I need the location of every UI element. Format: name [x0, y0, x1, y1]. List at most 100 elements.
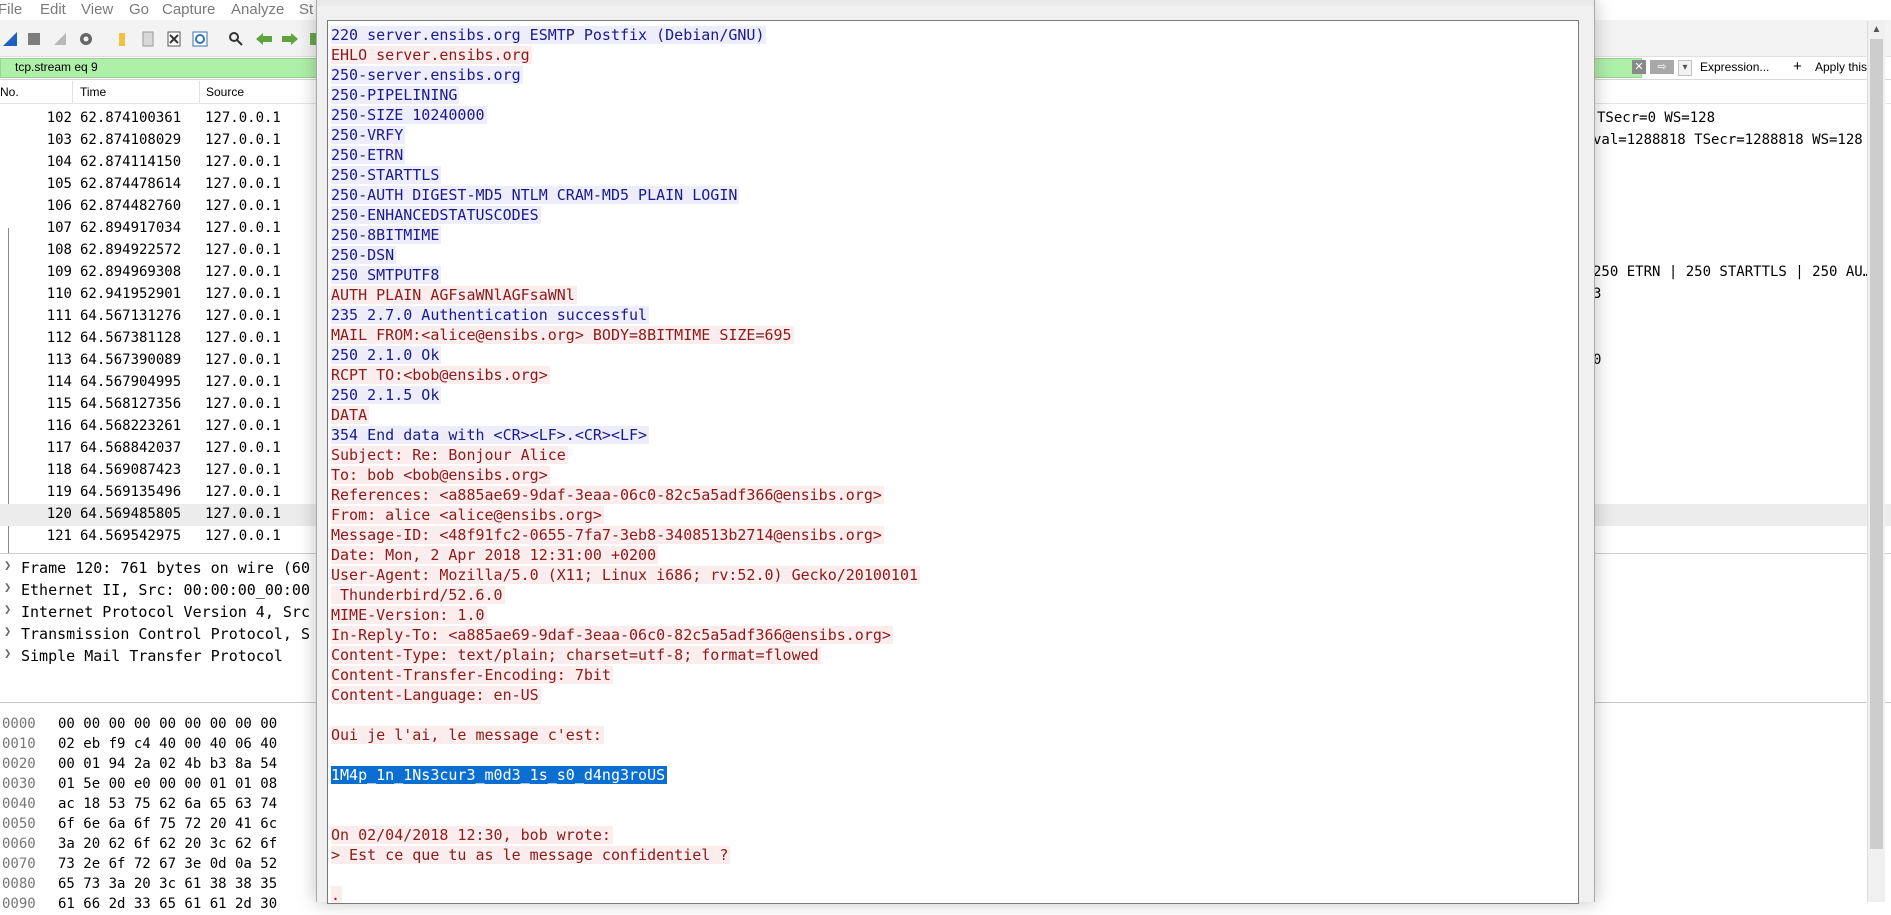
packet-source: 127.0.0.1: [205, 462, 281, 478]
packet-number: 102: [46, 110, 72, 126]
stream-text: [331, 706, 333, 724]
stream-text: 250-SIZE 10240000: [331, 106, 487, 124]
server-stream-line: 250 2.1.0 Ok: [328, 345, 1558, 365]
add-filter-button[interactable]: +: [1793, 58, 1802, 75]
menu-view[interactable]: View: [81, 1, 113, 18]
menu-statistics[interactable]: St: [299, 1, 313, 18]
gear-options-icon[interactable]: [76, 29, 95, 48]
stream-content-view[interactable]: 220 server.ensibs.org ESMTP Postfix (Deb…: [327, 20, 1579, 904]
menu-capture[interactable]: Capture: [162, 1, 215, 18]
restart-icon[interactable]: [50, 29, 69, 48]
close-file-icon[interactable]: [164, 29, 183, 48]
chevron-right-icon[interactable]: ❯: [4, 646, 11, 660]
packet-time: 62.874482760: [80, 198, 182, 214]
packet-time: 64.567390089: [80, 352, 182, 368]
packet-info-fragment: val=1288818 TSecr=1288818 WS=128: [1593, 132, 1863, 148]
server-stream-line: 250 2.1.5 Ok: [328, 385, 1558, 405]
forward-arrow-icon[interactable]: [280, 29, 299, 48]
chevron-down-icon[interactable]: ▾: [1678, 60, 1692, 76]
apply-arrow-icon[interactable]: ⇨: [1650, 60, 1674, 74]
server-stream-line: 250-VRFY: [328, 125, 1558, 145]
packet-time: 64.568223261: [80, 418, 182, 434]
follow-tcp-stream-dialog: 220 server.ensibs.org ESMTP Postfix (Deb…: [316, 0, 1885, 904]
find-icon[interactable]: [226, 29, 245, 48]
stream-text: 250 2.1.0 Ok: [331, 346, 442, 364]
file-icon[interactable]: [138, 29, 157, 48]
column-divider[interactable]: [72, 81, 73, 103]
client-stream-line: Content-Transfer-Encoding: 7bit: [328, 665, 1558, 685]
packet-number: 105: [46, 176, 72, 192]
menu-analyze[interactable]: Analyze: [231, 1, 284, 18]
client-stream-line: EHLO server.ensibs.org: [328, 45, 1558, 65]
column-source[interactable]: Source: [206, 85, 244, 99]
packet-source: 127.0.0.1: [205, 286, 281, 302]
hex-offset: 0020: [2, 756, 36, 772]
server-stream-line: 250-PIPELINING: [328, 85, 1558, 105]
shark-fin-start-icon[interactable]: [0, 29, 19, 48]
menu-go[interactable]: Go: [129, 1, 149, 18]
scroll-up-icon[interactable]: ▲: [1868, 21, 1885, 38]
packet-number: 111: [46, 308, 72, 324]
packet-source: 127.0.0.1: [205, 440, 281, 456]
client-stream-line: Message-ID: <48f91fc2-0655-7fa7-3eb8-340…: [328, 525, 1558, 545]
client-stream-line: On 02/04/2018 12:30, bob wrote:: [328, 825, 1558, 845]
stream-text: 250 2.1.5 Ok: [331, 386, 442, 404]
vertical-scrollbar[interactable]: ▲: [1867, 21, 1885, 902]
chevron-right-icon[interactable]: ❯: [4, 624, 11, 638]
column-no[interactable]: No.: [0, 85, 19, 99]
packet-time: 64.567131276: [80, 308, 182, 324]
chevron-right-icon[interactable]: ❯: [4, 558, 11, 572]
packet-time: 62.874108029: [80, 132, 182, 148]
stream-text: Subject: Re: Bonjour Alice: [331, 446, 568, 464]
packet-time: 64.568127356: [80, 396, 182, 412]
back-arrow-icon[interactable]: [254, 29, 273, 48]
client-stream-line: MAIL FROM:<alice@ensibs.org> BODY=8BITMI…: [328, 325, 1558, 345]
server-stream-line: 250-AUTH DIGEST-MD5 NTLM CRAM-MD5 PLAIN …: [328, 185, 1558, 205]
client-stream-line: Date: Mon, 2 Apr 2018 12:31:00 +0200: [328, 545, 1558, 565]
server-stream-line: 250-8BITMIME: [328, 225, 1558, 245]
packet-number: 117: [46, 440, 72, 456]
stop-icon[interactable]: [24, 29, 43, 48]
menu-edit[interactable]: Edit: [40, 1, 66, 18]
packet-info-fragment: TSecr=0 WS=128: [1597, 110, 1716, 126]
hex-offset: 0030: [2, 776, 36, 792]
packet-number: 119: [46, 484, 72, 500]
display-filter-text[interactable]: tcp.stream eq 9: [15, 60, 98, 74]
stream-text: On 02/04/2018 12:30, bob wrote:: [331, 826, 613, 844]
stream-text: 250-PIPELINING: [331, 86, 460, 104]
client-stream-line: In-Reply-To: <a885ae69-9daf-3eaa-06c0-82…: [328, 625, 1558, 645]
selected-stream-line: 1M4p_1n_1Ns3cur3_m0d3_1s_s0_d4ng3roUS: [328, 765, 1558, 785]
packet-number: 108: [46, 242, 72, 258]
server-stream-line: 250 SMTPUTF8: [328, 265, 1558, 285]
server-stream-line: 250-STARTTLS: [328, 165, 1558, 185]
packet-number: 115: [46, 396, 72, 412]
expression-button[interactable]: Expression...: [1700, 60, 1769, 74]
hex-bytes: 00 01 94 2a 02 4b b3 8a 54: [58, 756, 278, 772]
menu-file[interactable]: File: [0, 1, 22, 18]
stream-text: References: <a885ae69-9daf-3eaa-06c0-82c…: [331, 486, 884, 504]
clear-filter-icon[interactable]: ✕: [1632, 60, 1646, 74]
hex-offset: 0080: [2, 876, 36, 892]
stream-text: 250-8BITMIME: [331, 226, 442, 244]
packet-time: 62.894969308: [80, 264, 182, 280]
stream-text: To: bob <bob@ensibs.org>: [331, 466, 550, 484]
client-stream-line: Subject: Re: Bonjour Alice: [328, 445, 1558, 465]
packet-source: 127.0.0.1: [205, 396, 281, 412]
stream-text: In-Reply-To: <a885ae69-9daf-3eaa-06c0-82…: [331, 626, 893, 644]
packet-time: 64.567381128: [80, 330, 182, 346]
blank-stream-line: [328, 805, 1558, 825]
stream-text: .: [331, 886, 343, 904]
open-folder-icon[interactable]: [112, 29, 131, 48]
chevron-right-icon[interactable]: ❯: [4, 580, 11, 594]
stream-text: 250-server.ensibs.org: [331, 66, 523, 84]
stream-text: [331, 746, 333, 764]
scrollbar-thumb[interactable]: [1870, 39, 1883, 849]
chevron-right-icon[interactable]: ❯: [4, 602, 11, 616]
server-stream-line: 250-ENHANCEDSTATUSCODES: [328, 205, 1558, 225]
column-time[interactable]: Time: [80, 85, 106, 99]
reload-icon[interactable]: [190, 29, 209, 48]
client-stream-line: Oui je l'ai, le message c'est:: [328, 725, 1558, 745]
stream-text: 220 server.ensibs.org ESMTP Postfix (Deb…: [331, 26, 767, 44]
stream-text: 250-AUTH DIGEST-MD5 NTLM CRAM-MD5 PLAIN …: [331, 186, 740, 204]
column-divider[interactable]: [199, 81, 200, 103]
